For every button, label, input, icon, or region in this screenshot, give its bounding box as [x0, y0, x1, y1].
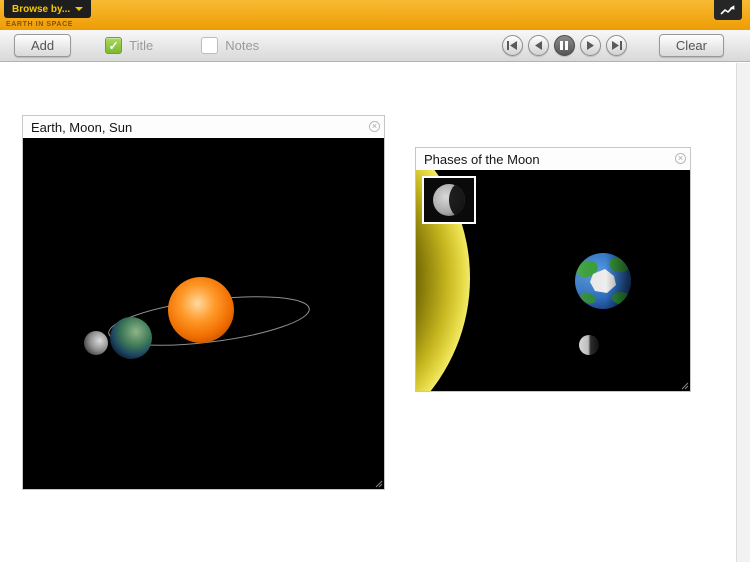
app-title: EARTH IN SPACE: [6, 21, 73, 28]
add-button[interactable]: Add: [14, 34, 72, 57]
notes-checkbox[interactable]: [201, 37, 219, 54]
clear-button[interactable]: Clear: [658, 34, 724, 57]
skip-start-button[interactable]: [501, 35, 523, 56]
close-icon[interactable]: ×: [675, 153, 686, 164]
app-header: Browse by... EARTH IN SPACE: [0, 0, 750, 30]
panel-titlebar[interactable]: Earth, Moon, Sun ×: [23, 116, 384, 138]
browse-by-label: Browse by...: [12, 3, 71, 15]
sun: [168, 277, 234, 343]
step-back-button[interactable]: [527, 35, 549, 56]
trend-arrow-button[interactable]: [714, 0, 742, 20]
title-checkbox-group[interactable]: ✓ Title: [105, 37, 153, 54]
moon-phase-thumbnail[interactable]: [422, 176, 476, 224]
resize-handle[interactable]: [375, 480, 383, 488]
panel-earth-moon-sun[interactable]: Earth, Moon, Sun ×: [22, 115, 385, 490]
media-controls: [501, 35, 627, 56]
browse-by-button[interactable]: Browse by...: [4, 0, 92, 18]
panel-phases-of-moon[interactable]: Phases of the Moon ×: [415, 147, 691, 392]
earth: [110, 317, 152, 359]
vertical-scrollbar[interactable]: [736, 63, 750, 562]
resize-handle[interactable]: [681, 382, 689, 390]
workspace: Earth, Moon, Sun × Phases of the Moon ×: [0, 63, 750, 562]
toolbar: Add ✓ Title Notes Clear: [0, 30, 750, 62]
app-window: Browse by... EARTH IN SPACE Add ✓ Title …: [0, 0, 750, 562]
title-checkbox[interactable]: ✓: [105, 37, 123, 54]
earth-moon-sun-scene: [23, 138, 384, 489]
notes-checkbox-group[interactable]: Notes: [201, 37, 259, 54]
moon-phases-scene: [416, 170, 690, 391]
step-forward-icon: [586, 41, 594, 50]
moon: [84, 331, 108, 355]
skip-end-icon: [611, 41, 622, 50]
pause-icon: [560, 41, 569, 50]
panel-title: Earth, Moon, Sun: [31, 119, 133, 135]
panel-titlebar[interactable]: Phases of the Moon ×: [416, 148, 690, 170]
skip-end-button[interactable]: [605, 35, 627, 56]
notes-checkbox-label: Notes: [225, 38, 260, 53]
panel-title: Phases of the Moon: [424, 151, 540, 167]
step-forward-button[interactable]: [579, 35, 601, 56]
close-icon[interactable]: ×: [369, 121, 380, 132]
moon: [579, 335, 599, 355]
pause-button[interactable]: [553, 35, 575, 56]
title-checkbox-label: Title: [129, 38, 154, 53]
step-back-icon: [534, 41, 542, 50]
skip-start-icon: [506, 41, 517, 50]
chevron-down-icon: [75, 7, 84, 11]
trend-arrow-icon: [720, 5, 735, 15]
